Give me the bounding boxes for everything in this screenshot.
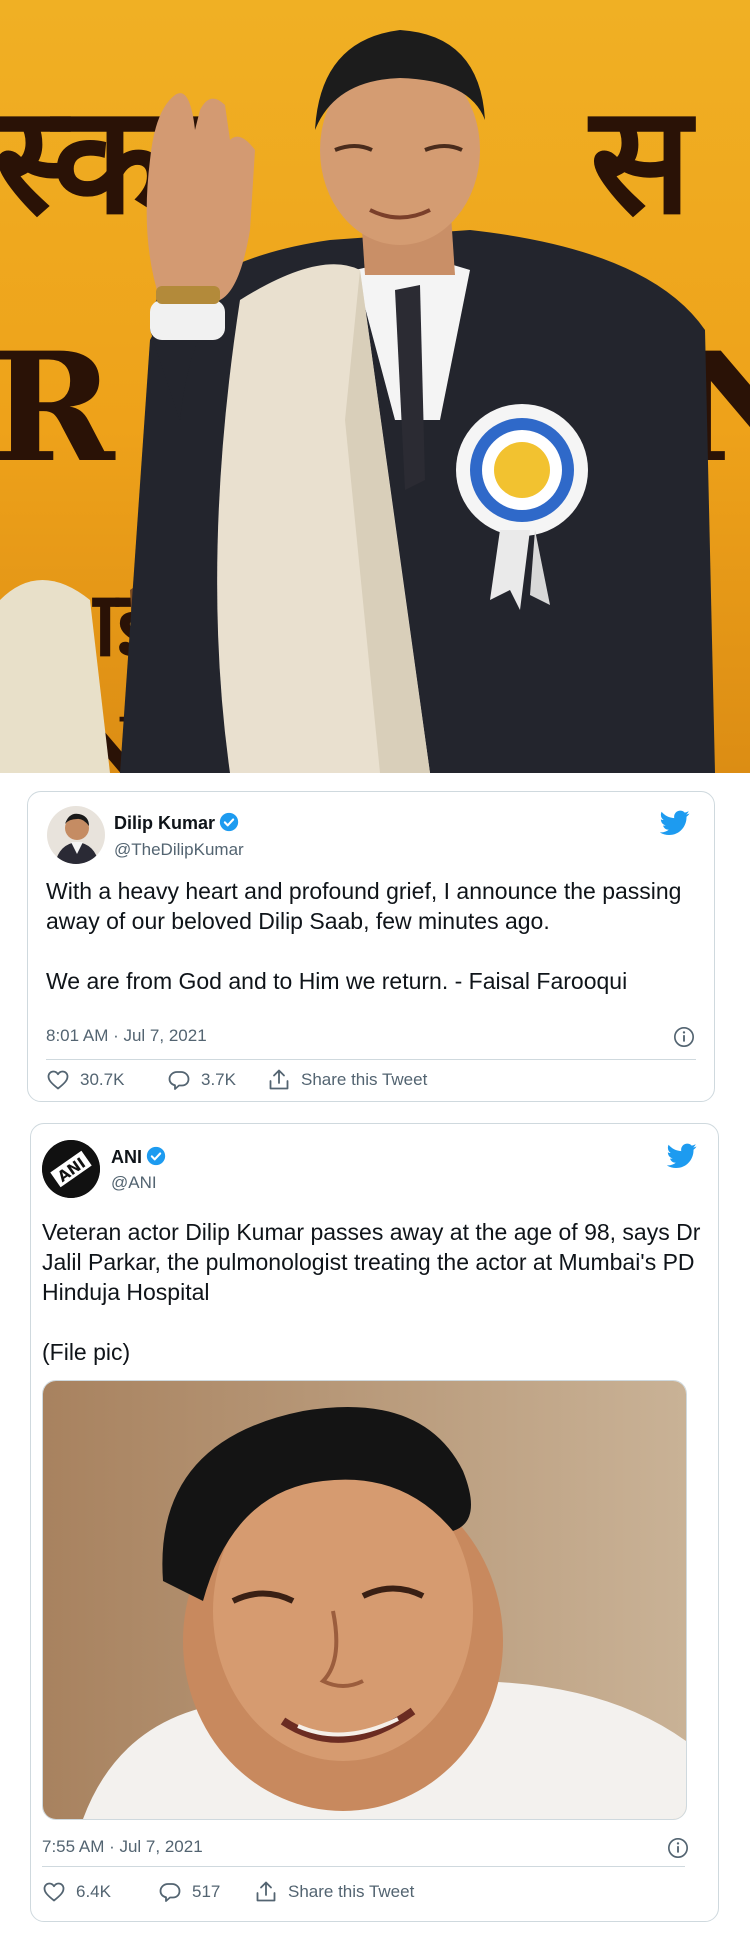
share-button[interactable]: Share this Tweet xyxy=(254,1878,414,1906)
display-name[interactable]: Dilip Kumar xyxy=(114,812,239,834)
info-icon[interactable] xyxy=(667,1837,689,1859)
share-label: Share this Tweet xyxy=(288,1882,415,1901)
info-icon[interactable] xyxy=(673,1026,695,1048)
avatar[interactable]: ANI xyxy=(42,1140,100,1198)
twitter-bird-icon[interactable] xyxy=(667,1143,697,1169)
divider xyxy=(46,1059,696,1060)
heart-icon xyxy=(43,1882,65,1902)
avatar[interactable] xyxy=(47,806,105,864)
display-name-text: ANI xyxy=(111,1147,142,1167)
reply-icon xyxy=(168,1071,190,1090)
display-name[interactable]: ANI xyxy=(111,1146,166,1168)
reply-count: 517 xyxy=(192,1882,221,1901)
verified-badge-icon xyxy=(146,1146,166,1166)
timestamp[interactable]: 8:01 AM · Jul 7, 2021 xyxy=(46,1026,207,1046)
timestamp[interactable]: 7:55 AM · Jul 7, 2021 xyxy=(42,1837,203,1857)
display-name-text: Dilip Kumar xyxy=(114,813,216,833)
like-button[interactable]: 30.7K xyxy=(46,1066,124,1094)
like-count: 30.7K xyxy=(80,1070,125,1089)
reply-count: 3.7K xyxy=(201,1070,236,1089)
man-waving-figure xyxy=(0,30,715,773)
divider xyxy=(42,1866,685,1867)
portrait-photo xyxy=(43,1381,686,1819)
like-count: 6.4K xyxy=(76,1882,111,1901)
tweet-text: With a heavy heart and profound grief, I… xyxy=(46,878,682,994)
hero-photo: स्का स R N ाई N xyxy=(0,0,750,773)
tweet-card[interactable]: ANI ANI @ANI Veteran actor Dilip Kumar p… xyxy=(30,1123,719,1922)
twitter-bird-icon[interactable] xyxy=(660,810,690,836)
handle[interactable]: @TheDilipKumar xyxy=(114,840,244,860)
tweet-media-photo[interactable] xyxy=(42,1380,687,1820)
tweet-text: Veteran actor Dilip Kumar passes away at… xyxy=(42,1219,701,1365)
share-label: Share this Tweet xyxy=(301,1070,428,1089)
handle[interactable]: @ANI xyxy=(111,1173,157,1193)
tweet-card[interactable]: Dilip Kumar @TheDilipKumar With a heavy … xyxy=(27,791,715,1102)
share-icon xyxy=(269,1069,289,1090)
heart-icon xyxy=(47,1070,69,1090)
profile-photo xyxy=(47,806,105,864)
ani-logo: ANI xyxy=(42,1140,100,1198)
reply-button[interactable]: 3.7K xyxy=(167,1066,236,1094)
share-icon xyxy=(256,1881,276,1902)
reply-icon xyxy=(159,1883,181,1902)
verified-badge-icon xyxy=(219,812,239,832)
reply-button[interactable]: 517 xyxy=(158,1878,220,1906)
like-button[interactable]: 6.4K xyxy=(42,1878,111,1906)
share-button[interactable]: Share this Tweet xyxy=(267,1066,427,1094)
